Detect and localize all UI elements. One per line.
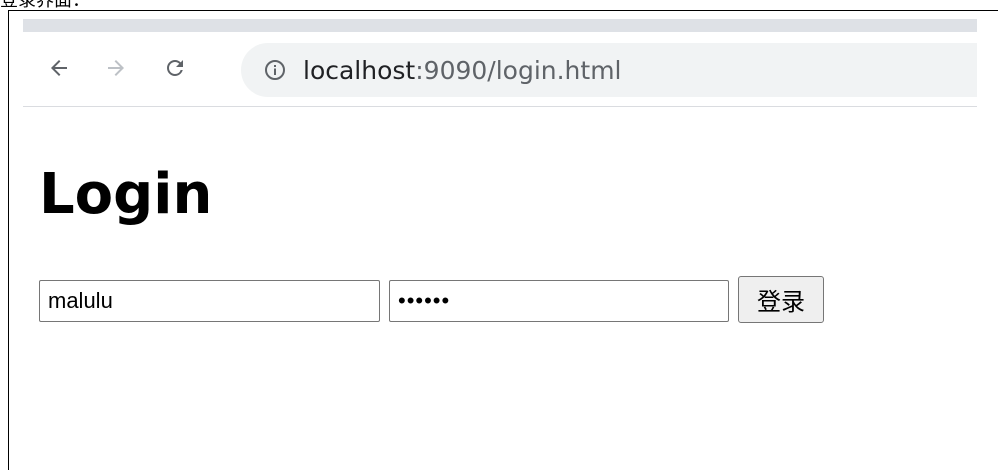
address-url[interactable]: localhost:9090/login.html xyxy=(303,56,622,85)
page-title: Login xyxy=(39,162,213,227)
forward-button[interactable] xyxy=(96,48,136,88)
login-button[interactable]: 登录 xyxy=(738,276,824,323)
browser-toolbar: localhost:9090/login.html xyxy=(23,32,977,107)
browser-tab-strip xyxy=(23,19,977,32)
reload-icon xyxy=(167,60,183,76)
page-content: Login 登录 xyxy=(23,107,977,461)
url-path: :9090/login.html xyxy=(415,55,622,85)
screenshot-frame: localhost:9090/login.html Login 登录 xyxy=(8,10,998,470)
arrow-left-icon xyxy=(51,60,67,76)
address-bar[interactable]: localhost:9090/login.html xyxy=(241,43,977,97)
url-host: localhost xyxy=(303,55,416,85)
info-icon[interactable] xyxy=(261,56,289,84)
password-input[interactable] xyxy=(389,280,729,322)
back-button[interactable] xyxy=(39,48,79,88)
reload-button[interactable] xyxy=(155,48,195,88)
username-input[interactable] xyxy=(39,280,380,322)
arrow-right-icon xyxy=(108,60,124,76)
